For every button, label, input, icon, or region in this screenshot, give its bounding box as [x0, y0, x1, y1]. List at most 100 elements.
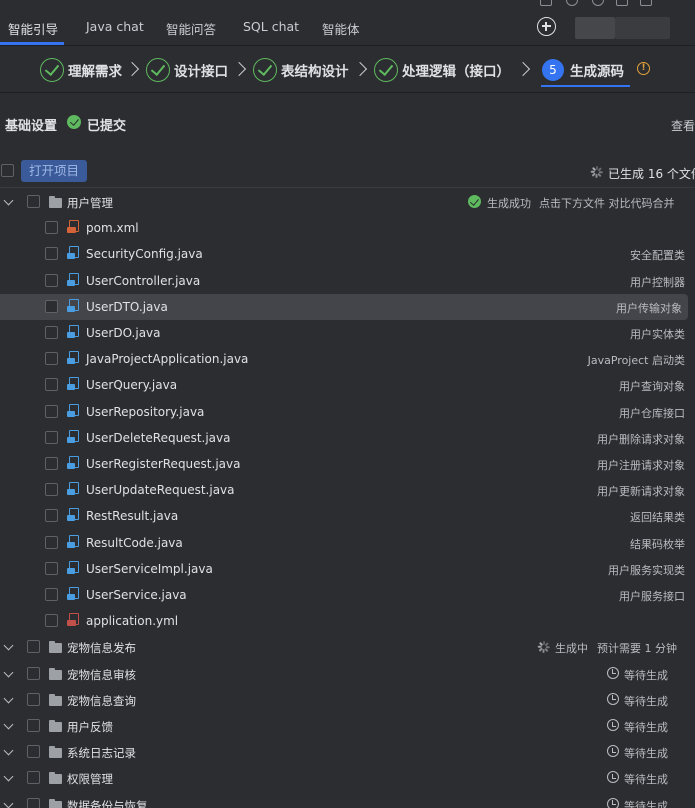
tree-folder-row[interactable]: 宠物信息查询 等待生成: [0, 687, 695, 713]
file-row[interactable]: JavaProjectApplication.java JavaProject 启…: [0, 346, 695, 372]
row-checkbox[interactable]: [45, 404, 58, 418]
chevron-right-icon: [352, 61, 368, 77]
select-all-checkbox[interactable]: [1, 164, 14, 177]
file-row[interactable]: UserService.java 用户服务接口: [0, 582, 695, 608]
tab-smart-guide[interactable]: 智能引导: [8, 19, 58, 38]
step-label: 理解需求: [68, 64, 122, 80]
file-name: UserQuery.java: [86, 378, 178, 393]
folder-icon: [49, 641, 62, 654]
active-step-indicator: [541, 85, 630, 87]
view-link[interactable]: 查看: [671, 117, 695, 134]
row-checkbox[interactable]: [45, 247, 58, 261]
active-tab-indicator: [0, 42, 64, 45]
file-row[interactable]: UserController.java 用户控制器: [0, 268, 695, 294]
chevron-down-icon[interactable]: [3, 745, 14, 756]
file-row[interactable]: UserDO.java 用户实体类: [0, 320, 695, 346]
row-checkbox[interactable]: [27, 666, 40, 680]
row-checkbox[interactable]: [45, 588, 58, 601]
row-checkbox[interactable]: [45, 430, 58, 444]
file-tree: 用户管理 生成成功 点击下方文件 对比代码合并 pom.xml SecurityConf…: [0, 189, 695, 808]
row-checkbox[interactable]: [45, 273, 58, 287]
tab-agent[interactable]: 智能体: [322, 19, 360, 38]
file-name: UserService.java: [86, 588, 187, 602]
row-checkbox[interactable]: [27, 195, 40, 208]
tree-folder-row[interactable]: 宠物信息发布 生成中 预计需要 1 分钟: [0, 634, 695, 660]
chevron-down-icon[interactable]: [3, 640, 14, 651]
tree-folder-row[interactable]: 用户反馈 等待生成: [0, 713, 695, 739]
file-row[interactable]: SecurityConfig.java 安全配置类: [0, 241, 695, 267]
java-file-icon: [67, 403, 80, 418]
tree-folder-row[interactable]: 系统日志记录 等待生成: [0, 739, 695, 765]
tree-folder-row[interactable]: 数据备份与恢复 等待生成: [0, 792, 695, 808]
step-label: 表结构设计: [281, 64, 349, 80]
java-file-icon: [67, 429, 80, 444]
java-file-icon: [67, 351, 80, 365]
chevron-down-icon[interactable]: [3, 667, 14, 678]
row-checkbox[interactable]: [45, 299, 58, 313]
java-file-icon: [67, 298, 80, 313]
row-checkbox[interactable]: [45, 509, 58, 523]
open-project-button[interactable]: 打开项目: [21, 160, 87, 182]
row-checkbox[interactable]: [27, 719, 40, 732]
refresh-icon[interactable]: [592, 0, 604, 6]
add-icon[interactable]: [537, 17, 556, 36]
help-icon[interactable]: [566, 0, 578, 6]
row-checkbox[interactable]: [45, 221, 58, 235]
row-checkbox[interactable]: [45, 457, 58, 470]
chevron-down-icon[interactable]: [3, 771, 14, 782]
settings-icon[interactable]: [640, 0, 652, 6]
chevron-down-icon[interactable]: [3, 693, 14, 704]
avatar[interactable]: [575, 17, 615, 39]
file-name: SecurityConfig.java: [86, 247, 203, 262]
file-row[interactable]: UserUpdateRequest.java 用户更新请求对象: [0, 477, 695, 503]
row-checkbox[interactable]: [45, 352, 58, 366]
row-checkbox[interactable]: [45, 378, 58, 392]
row-checkbox[interactable]: [27, 797, 40, 808]
row-checkbox[interactable]: [27, 640, 40, 654]
info-warning-icon[interactable]: !: [637, 62, 650, 75]
java-file-icon: [67, 377, 80, 391]
tree-folder-row[interactable]: 权限管理 等待生成: [0, 765, 695, 791]
file-row[interactable]: RestResult.java 返回结果类: [0, 503, 695, 529]
chevron-down-icon[interactable]: [3, 195, 14, 206]
tree-folder-row[interactable]: 用户管理 生成成功 点击下方文件 对比代码合并: [0, 189, 695, 215]
row-checkbox[interactable]: [45, 483, 58, 497]
file-row[interactable]: UserRegisterRequest.java 用户注册请求对象: [0, 451, 695, 477]
generation-status: 等待生成: [624, 668, 668, 682]
row-checkbox[interactable]: [45, 614, 58, 628]
step-design-api[interactable]: 设计接口: [146, 57, 228, 83]
step-process-logic[interactable]: 处理逻辑（接口）: [374, 57, 510, 83]
settings-title: 基础设置: [5, 119, 58, 134]
file-row[interactable]: UserRepository.java 用户仓库接口: [0, 399, 695, 425]
copy-icon[interactable]: [540, 0, 552, 6]
tab-sql-chat[interactable]: SQL chat: [243, 19, 299, 34]
step-generate-source[interactable]: 5 生成源码: [542, 57, 624, 83]
row-checkbox[interactable]: [45, 561, 58, 575]
file-row[interactable]: application.yml: [0, 608, 695, 634]
file-row[interactable]: UserServiceImpl.java 用户服务实现类: [0, 556, 695, 582]
row-checkbox[interactable]: [27, 771, 40, 785]
java-file-icon: [67, 272, 80, 287]
step-table-design[interactable]: 表结构设计: [253, 57, 349, 83]
tree-folder-row[interactable]: 宠物信息审核 等待生成: [0, 661, 695, 687]
step-understand-requirements[interactable]: 理解需求: [40, 57, 122, 83]
file-description: 返回结果类: [630, 511, 685, 525]
file-row[interactable]: pom.xml: [0, 215, 695, 241]
tab-java-chat[interactable]: Java chat: [86, 19, 144, 34]
java-file-icon: [67, 246, 80, 260]
chevron-down-icon[interactable]: [3, 798, 14, 808]
window-icon[interactable]: [616, 0, 628, 6]
file-row[interactable]: UserQuery.java 用户查询对象: [0, 372, 695, 398]
row-checkbox[interactable]: [45, 535, 58, 549]
file-row[interactable]: ResultCode.java 结果码枚举: [0, 530, 695, 556]
file-name: UserUpdateRequest.java: [86, 483, 235, 498]
tab-smart-qa[interactable]: 智能问答: [166, 19, 216, 38]
file-row[interactable]: UserDTO.java 用户传输对象: [0, 293, 688, 320]
chevron-down-icon[interactable]: [3, 719, 14, 730]
row-checkbox[interactable]: [45, 326, 58, 339]
file-description: 用户服务接口: [619, 590, 685, 603]
row-checkbox[interactable]: [27, 745, 40, 759]
row-checkbox[interactable]: [27, 692, 40, 706]
file-row[interactable]: UserDeleteRequest.java 用户删除请求对象: [0, 425, 695, 451]
java-file-icon: [67, 534, 80, 549]
